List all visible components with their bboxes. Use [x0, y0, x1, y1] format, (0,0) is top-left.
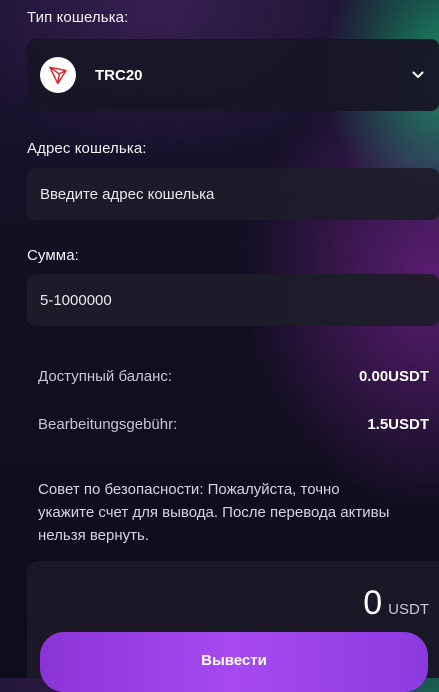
- balance-row: Доступный баланс: 0.00USDT: [38, 368, 429, 385]
- withdraw-button[interactable]: Вывести: [40, 632, 428, 692]
- balance-value: 0.00USDT: [358, 368, 429, 385]
- wallet-type-label: Тип кошелька:: [27, 9, 129, 26]
- amount-field[interactable]: [27, 274, 439, 326]
- fee-label: Bearbeitungsgebühr:: [38, 416, 178, 433]
- fee-value: 1.5USDT: [367, 416, 429, 433]
- total-currency: USDT: [388, 601, 429, 618]
- wallet-address-label: Адрес кошелька:: [27, 140, 147, 157]
- tron-logo-icon: [40, 57, 76, 93]
- total-amount-display: 0 USDT: [363, 584, 429, 623]
- amount-label: Сумма:: [27, 247, 79, 264]
- amount-input[interactable]: [40, 291, 400, 309]
- total-amount: 0: [363, 584, 383, 622]
- fee-row: Bearbeitungsgebühr: 1.5USDT: [38, 416, 429, 433]
- balance-label: Доступный баланс:: [38, 368, 173, 385]
- wallet-address-input[interactable]: [40, 185, 400, 203]
- security-advice-text: Совет по безопасности: Пожалуйста, точно…: [38, 481, 390, 544]
- wallet-type-select[interactable]: TRC20: [27, 39, 439, 111]
- wallet-address-field[interactable]: [27, 168, 439, 220]
- selected-network: TRC20: [95, 66, 143, 84]
- chevron-down-icon[interactable]: [411, 68, 425, 82]
